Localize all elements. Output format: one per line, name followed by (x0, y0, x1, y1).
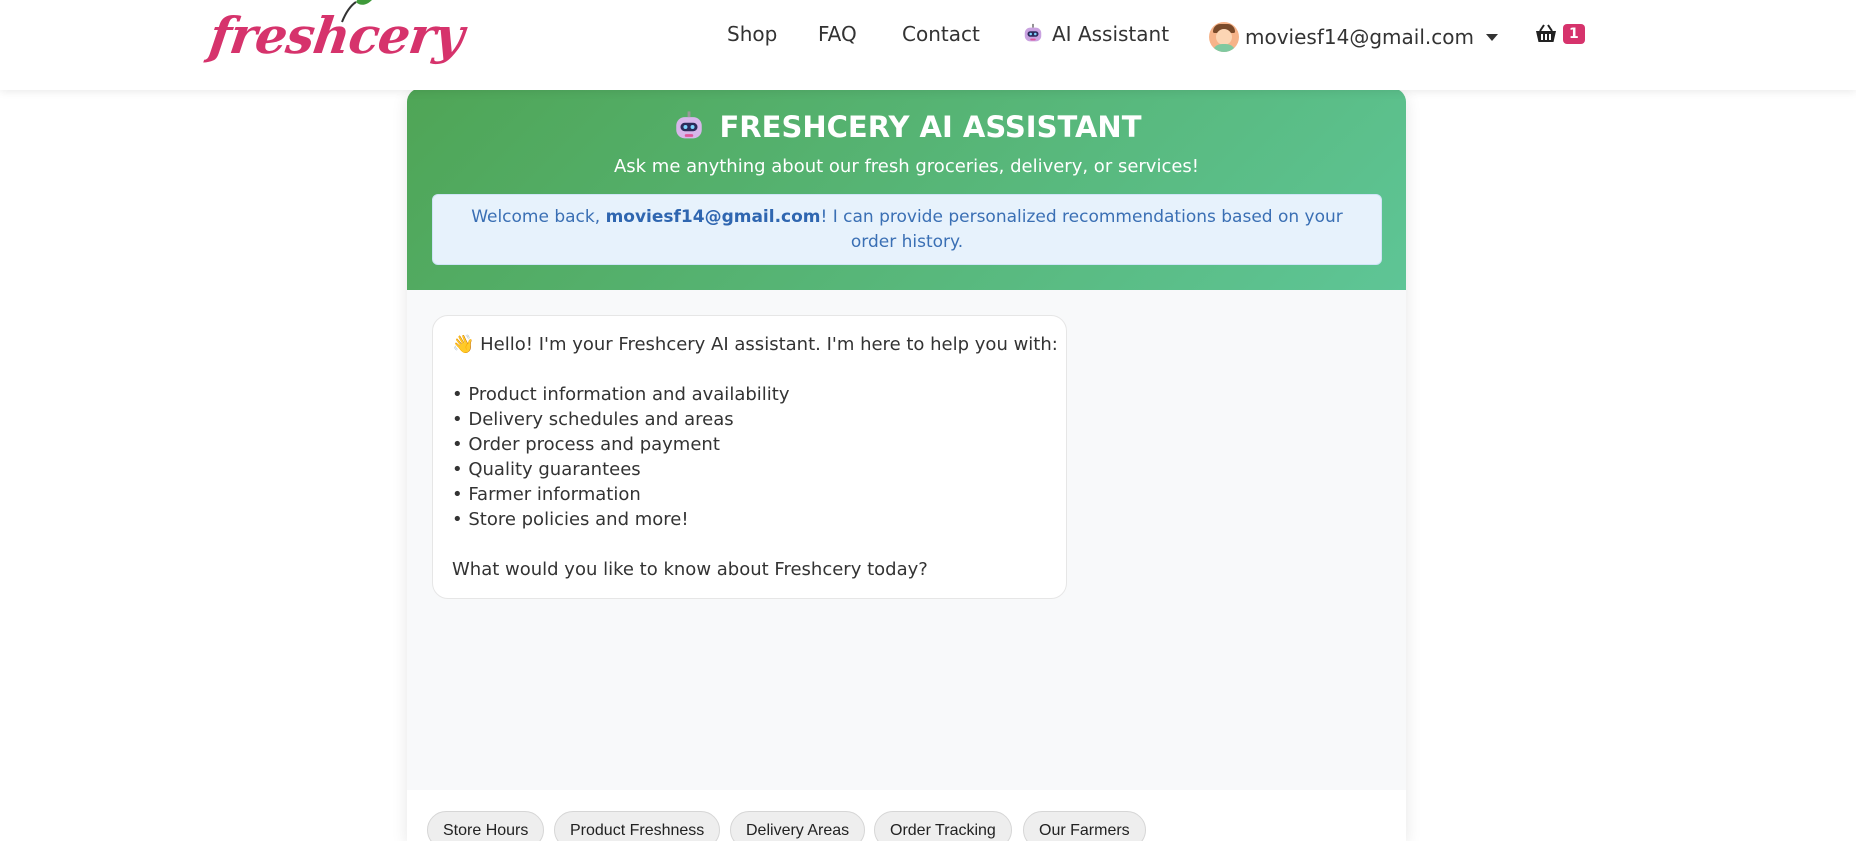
cart-count-badge: 1 (1563, 24, 1585, 44)
nav-shop[interactable]: Shop (727, 22, 777, 46)
bot-list-item: • Store policies and more! (452, 509, 689, 530)
chat-title: FRESHCERY AI ASSISTANT (407, 110, 1406, 144)
chat-card: FRESHCERY AI ASSISTANT Ask me anything a… (407, 88, 1406, 841)
nav-faq[interactable]: FAQ (818, 22, 857, 46)
welcome-suffix: ! I can provide personalized recommendat… (820, 207, 1343, 252)
quick-reply-store-hours[interactable]: Store Hours (427, 811, 545, 841)
nav-contact[interactable]: Contact (902, 22, 980, 46)
robot-icon (675, 111, 702, 139)
messages-area[interactable]: 👋 Hello! I'm your Freshcery AI assistant… (407, 290, 1406, 841)
basket-icon (1536, 24, 1556, 42)
nav-links: Shop FAQ Contact AI Assistant moviesf14@… (0, 0, 1856, 72)
bot-list-item: • Delivery schedules and areas (452, 409, 734, 430)
bot-list-item: • Order process and payment (452, 434, 720, 455)
quick-reply-order-tracking[interactable]: Order Tracking (874, 811, 1012, 841)
chevron-down-icon (1485, 33, 1498, 41)
quick-reply-delivery-areas[interactable]: Delivery Areas (730, 811, 866, 841)
chat-title-text: FRESHCERY AI ASSISTANT (719, 110, 1142, 144)
user-email: moviesf14@gmail.com (1245, 25, 1474, 49)
bot-message: 👋 Hello! I'm your Freshcery AI assistant… (432, 315, 1067, 599)
bot-greeting: 👋 Hello! I'm your Freshcery AI assistant… (452, 334, 1058, 355)
welcome-alert: Welcome back, moviesf14@gmail.com! I can… (432, 194, 1382, 265)
nav-ai-assistant[interactable]: AI Assistant (1022, 22, 1169, 46)
welcome-prefix: Welcome back, (471, 207, 606, 227)
bot-closing: What would you like to know about Freshc… (452, 559, 928, 580)
chat-header: FRESHCERY AI ASSISTANT Ask me anything a… (407, 88, 1406, 290)
chat-subtitle: Ask me anything about our fresh grocerie… (613, 156, 1200, 177)
nav-ai-label: AI Assistant (1052, 22, 1170, 46)
quick-reply-our-farmers[interactable]: Our Farmers (1023, 811, 1146, 841)
bot-list-item: • Quality guarantees (452, 459, 641, 480)
robot-icon (1024, 23, 1042, 42)
avatar (1209, 22, 1239, 52)
bot-list-item: • Product information and availability (452, 384, 790, 405)
welcome-email: moviesf14@gmail.com (605, 207, 821, 227)
quick-replies: Store Hours Product Freshness Delivery A… (407, 790, 1406, 841)
cart-button[interactable]: 1 (1534, 24, 1585, 44)
navbar: freshcery Shop FAQ Contact AI Assistant (0, 0, 1856, 90)
quick-reply-product-freshness[interactable]: Product Freshness (554, 811, 721, 841)
user-menu[interactable]: moviesf14@gmail.com (1209, 22, 1498, 52)
bot-list-item: • Farmer information (452, 484, 641, 505)
